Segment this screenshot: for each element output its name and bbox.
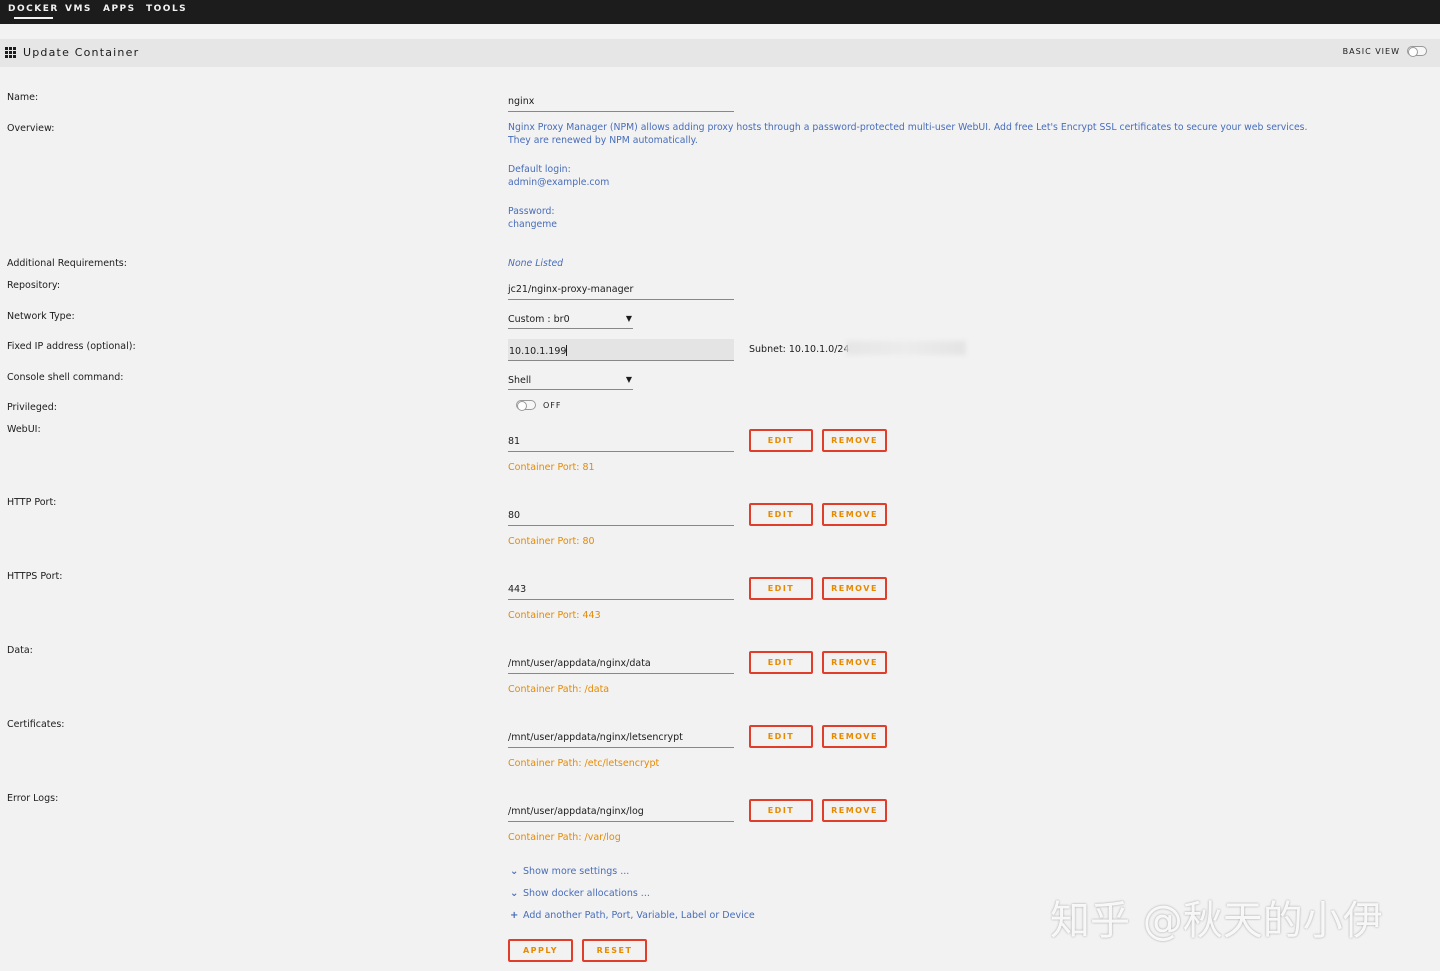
error-logs-label: Error Logs: [7,793,59,804]
watermark: 知乎 @秋天的小伊 [1050,898,1383,944]
certificates-input[interactable]: /mnt/user/appdata/nginx/letsencrypt [508,726,734,748]
network-type-select[interactable]: Custom : br0 ▼ [508,311,633,329]
password-value: changeme [508,219,557,230]
privileged-toggle[interactable] [516,400,536,411]
dropdown-arrow-icon: ▼ [625,375,632,384]
apply-button[interactable]: APPLY [508,939,573,962]
nav-docker[interactable]: DOCKER [8,4,59,19]
error-logs-remove-button[interactable]: REMOVE [822,799,887,822]
network-type-label: Network Type: [7,311,75,322]
add-another-link[interactable]: + Add another Path, Port, Variable, Labe… [510,910,755,921]
repository-label: Repository: [7,280,61,291]
data-label: Data: [7,645,33,656]
webui-edit-button[interactable]: EDIT [749,429,813,452]
webui-input[interactable]: 81 [508,430,734,452]
show-more-settings-link[interactable]: ⌄ Show more settings ... [510,866,629,877]
fixed-ip-input[interactable]: 10.10.1.199 [508,339,734,361]
title-bar: Update Container BASIC VIEW [0,39,1440,67]
https-port-edit-button[interactable]: EDIT [749,577,813,600]
nav-apps[interactable]: APPS [103,4,136,14]
data-hint: Container Path: /data [508,684,610,695]
default-login-value: admin@example.com [508,177,610,188]
console-shell-value: Shell [508,375,532,386]
https-port-label: HTTPS Port: [7,571,63,582]
basic-view-label: BASIC VIEW [1342,47,1400,56]
https-port-remove-button[interactable]: REMOVE [822,577,887,600]
show-docker-allocations-text: Show docker allocations ... [523,888,650,899]
console-shell-select[interactable]: Shell ▼ [508,372,633,390]
data-input[interactable]: /mnt/user/appdata/nginx/data [508,652,734,674]
network-type-value: Custom : br0 [508,314,570,325]
plus-icon: + [510,910,519,921]
overview-text: Nginx Proxy Manager (NPM) allows adding … [508,122,1308,146]
default-login-label: Default login: [508,164,571,175]
page-title: Update Container [23,46,140,59]
data-remove-button[interactable]: REMOVE [822,651,887,674]
additional-requirements-value: None Listed [508,258,564,269]
subnet-text: Subnet: 10.10.1.0/24 [749,344,850,355]
console-shell-label: Console shell command: [7,372,124,383]
https-port-input[interactable]: 443 [508,578,734,600]
fixed-ip-label: Fixed IP address (optional): [7,341,136,352]
text-caret [566,345,568,356]
webui-remove-button[interactable]: REMOVE [822,429,887,452]
grid-icon [5,47,16,58]
error-logs-edit-button[interactable]: EDIT [749,799,813,822]
certificates-label: Certificates: [7,719,65,730]
nav-vms[interactable]: VMS [65,4,92,14]
name-input[interactable]: nginx [508,90,734,112]
privileged-state: OFF [543,401,562,410]
http-port-remove-button[interactable]: REMOVE [822,503,887,526]
basic-view-toggle[interactable] [1407,46,1427,57]
show-more-settings-text: Show more settings ... [523,866,630,877]
http-port-input[interactable]: 80 [508,504,734,526]
https-port-hint: Container Port: 443 [508,610,601,621]
password-label: Password: [508,206,555,217]
error-logs-input[interactable]: /mnt/user/appdata/nginx/log [508,800,734,822]
http-port-label: HTTP Port: [7,497,57,508]
fixed-ip-value: 10.10.1.199 [509,346,567,357]
dropdown-arrow-icon: ▼ [625,314,632,323]
privileged-label: Privileged: [7,402,57,413]
reset-button[interactable]: RESET [582,939,647,962]
certificates-edit-button[interactable]: EDIT [749,725,813,748]
http-port-edit-button[interactable]: EDIT [749,503,813,526]
overview-label: Overview: [7,123,55,134]
webui-hint: Container Port: 81 [508,462,595,473]
redacted-area [846,341,966,355]
name-label: Name: [7,92,39,103]
additional-requirements-label: Additional Requirements: [7,258,127,269]
show-docker-allocations-link[interactable]: ⌄ Show docker allocations ... [510,888,650,899]
certificates-hint: Container Path: /etc/letsencrypt [508,758,660,769]
http-port-hint: Container Port: 80 [508,536,595,547]
chevron-down-icon: ⌄ [510,888,519,899]
nav-tools[interactable]: TOOLS [146,4,187,14]
data-edit-button[interactable]: EDIT [749,651,813,674]
webui-label: WebUI: [7,424,41,435]
add-another-text: Add another Path, Port, Variable, Label … [523,910,755,921]
chevron-down-icon: ⌄ [510,866,519,877]
error-logs-hint: Container Path: /var/log [508,832,621,843]
certificates-remove-button[interactable]: REMOVE [822,725,887,748]
top-nav: DOCKER VMS APPS TOOLS [0,0,1440,24]
repository-input[interactable]: jc21/nginx-proxy-manager [508,278,734,300]
